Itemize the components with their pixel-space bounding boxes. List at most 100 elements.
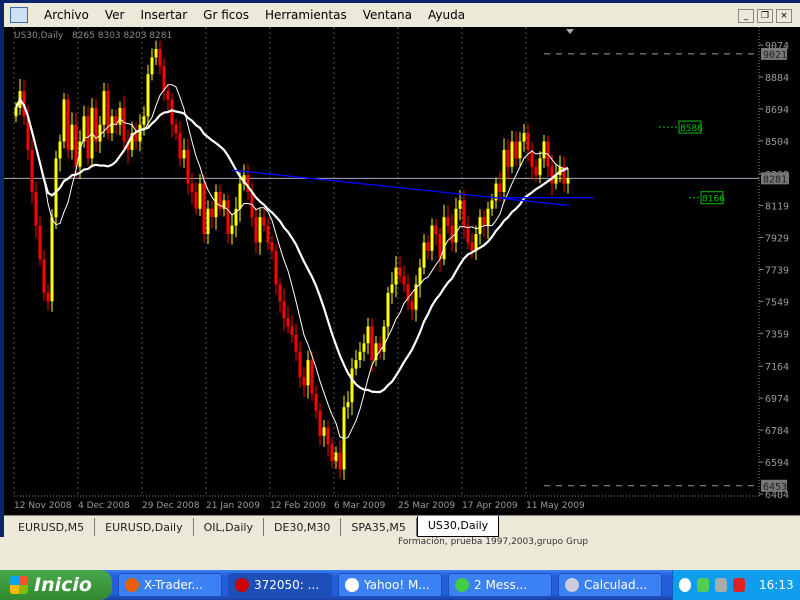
tab-oil-daily[interactable]: OIL,Daily	[194, 518, 264, 536]
candle-body	[358, 351, 362, 361]
candle-body	[454, 208, 458, 243]
candle-body	[354, 360, 358, 369]
price-tick-label: 6784	[765, 426, 789, 437]
candle-body	[238, 183, 242, 209]
candle-body	[54, 158, 58, 218]
date-tick-label: 25 Mar 2009	[398, 501, 455, 511]
candle-body	[426, 242, 430, 251]
candle-body	[46, 292, 50, 302]
system-tray: 16:13	[672, 570, 800, 600]
candle-body	[510, 141, 514, 167]
price-tick-label: 8504	[765, 137, 789, 148]
menu-graficos[interactable]: Gr ficos	[195, 8, 257, 22]
candle-body	[266, 225, 270, 243]
app-icon	[565, 578, 579, 592]
taskbar-item[interactable]: Yahoo! M...	[338, 573, 442, 597]
tab-eurusd-daily[interactable]: EURUSD,Daily	[95, 518, 194, 536]
candle-body	[150, 57, 154, 75]
price-tick-label: 7549	[765, 297, 789, 308]
taskbar-item-label: 2 Mess...	[474, 578, 528, 592]
candle-body	[530, 149, 534, 167]
tab-de30-m30[interactable]: DE30,M30	[264, 518, 342, 536]
candle-body	[566, 178, 570, 184]
taskbar-item[interactable]: X-Trader...	[118, 573, 222, 597]
trendline	[231, 169, 570, 207]
candle-body	[154, 49, 158, 58]
candle-body	[34, 191, 38, 226]
menu-herramientas[interactable]: Herramientas	[257, 8, 355, 22]
candle-body	[30, 149, 34, 192]
candle-body	[98, 124, 102, 142]
date-tick-label: 6 Mar 2009	[334, 501, 386, 511]
candle-body	[486, 208, 490, 226]
date-tick-label: 11 May 2009	[526, 501, 585, 511]
app-icon	[455, 578, 469, 592]
candle-body	[14, 107, 18, 117]
candle-body	[74, 124, 78, 167]
status-area: Formación, prueba 1997,2003,grupo Grup	[0, 537, 800, 567]
candle-body	[522, 133, 526, 142]
candle-body	[230, 225, 234, 235]
candle-body	[318, 410, 322, 436]
start-button[interactable]: Inicio	[0, 570, 112, 600]
candle-body	[286, 318, 290, 327]
candle-body	[282, 301, 286, 319]
candle-body	[178, 133, 182, 159]
taskbar-item[interactable]: 2 Mess...	[448, 573, 552, 597]
candle-body	[462, 200, 466, 226]
candle-body	[182, 149, 186, 159]
tab-us30-daily[interactable]: US30,Daily	[416, 516, 500, 537]
candle-body	[398, 267, 402, 277]
price-tick-label: 8884	[765, 73, 789, 84]
candle-body	[366, 326, 370, 344]
app-icon	[345, 578, 359, 592]
candle-body	[214, 191, 218, 218]
menu-ver[interactable]: Ver	[97, 8, 133, 22]
candle-body	[402, 276, 406, 285]
tab-spa35-m5[interactable]: SPA35,M5	[341, 518, 417, 536]
date-tick-label: 12 Nov 2008	[14, 501, 72, 511]
candle-body	[482, 217, 486, 226]
candle-body	[274, 250, 278, 285]
taskbar-item-label: X-Trader...	[144, 578, 203, 592]
candle-body	[162, 65, 166, 92]
candle-body	[210, 208, 214, 218]
candle-body	[38, 225, 42, 260]
tray-expand-icon[interactable]	[679, 578, 691, 592]
low-level-label: 6453	[763, 482, 787, 493]
taskbar-item[interactable]: Calculad...	[558, 573, 662, 597]
app-icon	[235, 578, 249, 592]
taskbar-item[interactable]: 372050: ...	[228, 573, 332, 597]
tab-eurusd-m5[interactable]: EURUSD,M5	[8, 518, 96, 536]
candle-body	[190, 183, 194, 192]
price-chart[interactable]: 12 Nov 2008 4 Dec 2008 29 Dec 2008 21 Jan 2…	[4, 27, 800, 515]
menu-insertar[interactable]: Insertar	[132, 8, 195, 22]
candle-body	[254, 217, 258, 243]
menu-archivo[interactable]: Archivo	[36, 8, 97, 22]
price-label: 8586	[680, 124, 703, 134]
candle-body	[498, 183, 502, 192]
minimize-button[interactable]: _	[738, 9, 754, 23]
menu-ayuda[interactable]: Ayuda	[420, 8, 473, 22]
candle-body	[490, 200, 494, 209]
candle-body	[138, 124, 142, 142]
close-button[interactable]: ×	[776, 9, 792, 23]
candle-body	[186, 149, 190, 184]
candle-body	[370, 326, 374, 361]
candle-body	[62, 99, 66, 142]
chart-symbol: US30,Daily	[14, 31, 64, 41]
messenger-offline-icon[interactable]	[715, 578, 727, 592]
candle-body	[550, 166, 554, 184]
candle-body	[434, 225, 438, 235]
date-tick-label: 29 Dec 2008	[142, 501, 200, 511]
restore-button[interactable]: ❐	[757, 9, 773, 23]
messenger-icon[interactable]	[697, 578, 709, 592]
security-shield-icon[interactable]	[733, 578, 745, 592]
windows-logo-icon	[10, 576, 28, 594]
candle-body	[146, 74, 150, 117]
candle-body	[314, 393, 318, 411]
candle-body	[158, 49, 162, 66]
candle-body	[294, 334, 298, 352]
menu-ventana[interactable]: Ventana	[355, 8, 420, 22]
candle-body	[410, 301, 414, 310]
